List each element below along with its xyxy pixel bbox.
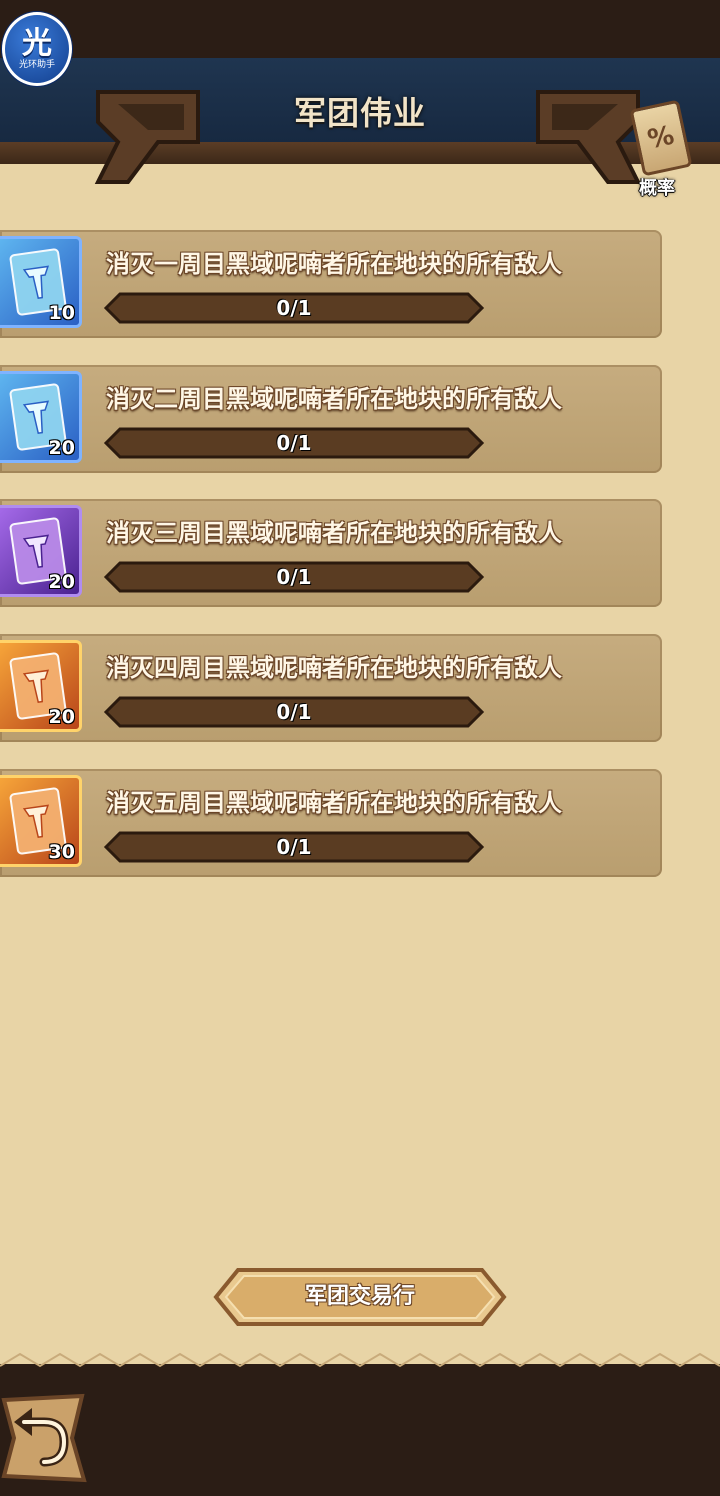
progress-bar: 0/1 xyxy=(102,694,486,730)
list-item: 30 消灭五周目黑域呢喃者所在地块的所有敌人 0/1 xyxy=(0,769,662,877)
task-description: 消灭四周目黑域呢喃者所在地块的所有敌人 xyxy=(106,654,562,682)
reward-icon-frame[interactable]: 20 xyxy=(0,371,82,463)
progress-text: 0/1 xyxy=(276,835,312,859)
probability-button[interactable]: % 概率 xyxy=(612,99,702,200)
probability-label: 概率 xyxy=(639,178,675,199)
reward-icon-frame[interactable]: 30 xyxy=(0,775,82,867)
bottom-border xyxy=(0,1352,720,1380)
reward-icon-frame[interactable]: 10 xyxy=(0,236,82,328)
reward-count: 20 xyxy=(48,706,75,728)
back-button[interactable] xyxy=(0,1392,88,1484)
top-bar xyxy=(0,0,720,58)
app-badge-caption: 光环助手 xyxy=(18,59,55,70)
app-badge-char: 光 xyxy=(22,25,52,61)
progress-text: 0/1 xyxy=(276,431,312,455)
list-item: 20 消灭二周目黑域呢喃者所在地块的所有敌人 0/1 xyxy=(0,365,662,473)
legion-trade-button[interactable]: 军团交易行 xyxy=(212,1266,508,1328)
reward-icon-frame[interactable]: 20 xyxy=(0,640,82,732)
reward-icon-frame[interactable]: 20 xyxy=(0,505,82,597)
bottom-bar xyxy=(0,1378,720,1496)
reward-count: 20 xyxy=(48,437,75,459)
app-badge[interactable]: 光 光环助手 xyxy=(2,12,72,86)
progress-bar: 0/1 xyxy=(102,425,486,461)
task-description: 消灭三周目黑域呢喃者所在地块的所有敌人 xyxy=(106,519,562,547)
progress-text: 0/1 xyxy=(276,296,312,320)
reward-count: 10 xyxy=(48,302,75,324)
list-item: 20 消灭四周目黑域呢喃者所在地块的所有敌人 0/1 xyxy=(0,634,662,742)
reward-count: 30 xyxy=(48,841,75,863)
progress-text: 0/1 xyxy=(276,700,312,724)
legion-trade-label: 军团交易行 xyxy=(304,1284,415,1309)
percent-scroll-icon: % xyxy=(629,99,693,177)
list-item: 20 消灭三周目黑域呢喃者所在地块的所有敌人 0/1 xyxy=(0,499,662,607)
task-description: 消灭二周目黑域呢喃者所在地块的所有敌人 xyxy=(106,385,562,413)
reward-count: 20 xyxy=(48,571,75,593)
progress-bar: 0/1 xyxy=(102,829,486,865)
progress-bar: 0/1 xyxy=(102,559,486,595)
task-description: 消灭五周目黑域呢喃者所在地块的所有敌人 xyxy=(106,789,562,817)
task-description: 消灭一周目黑域呢喃者所在地块的所有敌人 xyxy=(106,250,562,278)
progress-text: 0/1 xyxy=(276,565,312,589)
progress-bar: 0/1 xyxy=(102,290,486,326)
list-item: 10 消灭一周目黑域呢喃者所在地块的所有敌人 0/1 xyxy=(0,230,662,338)
